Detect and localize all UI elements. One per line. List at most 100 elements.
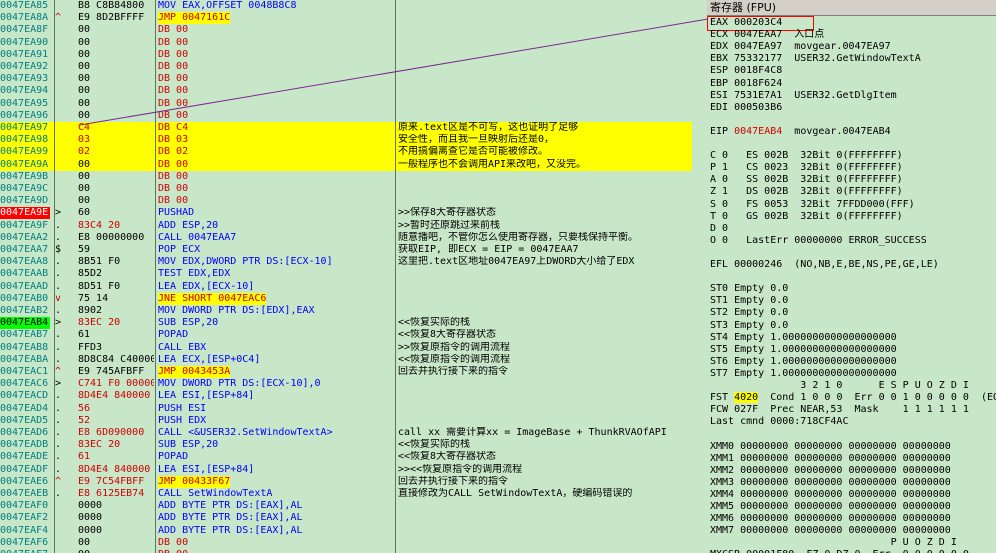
table-row[interactable]: 0047EAD5. 52 PUSH EDX [0, 415, 692, 427]
row-address[interactable]: 0047EAB7 [0, 329, 52, 341]
register-line[interactable]: O 0 LastErr 00000000 ERROR_SUCCESS [710, 235, 927, 247]
table-row[interactable]: 0047EAD4. 56 PUSH ESI [0, 403, 692, 415]
table-row[interactable]: 0047EAAB. 85D2 TEST EDX,EDX [0, 268, 692, 280]
row-address[interactable]: 0047EA93 [0, 73, 52, 85]
table-row[interactable]: 0047EAA7 $59 POP ECX 获取EIP, 即ECX = EIP = 00… [0, 244, 692, 256]
register-line[interactable]: XMM6 00000000 00000000 00000000 00000000 [710, 513, 951, 525]
register-line[interactable]: T 0 GS 002B 32Bit 0(FFFFFFFF) [710, 211, 903, 223]
register-line[interactable]: XMM2 00000000 00000000 00000000 00000000 [710, 465, 951, 477]
table-row[interactable]: 0047EA91 00 DB 00 [0, 49, 692, 61]
register-line[interactable]: ST2 Empty 0.0 [710, 307, 788, 319]
table-row[interactable]: 0047EA9C 00 DB 00 [0, 183, 692, 195]
table-row[interactable]: 0047EAF6 00 DB 00 [0, 537, 692, 549]
row-address[interactable]: 0047EA91 [0, 49, 52, 61]
register-line[interactable]: ST0 Empty 0.0 [710, 283, 788, 295]
row-address[interactable]: 0047EAC1 [0, 366, 52, 378]
table-row[interactable]: 0047EA99 02 DB 02 不用搞偏离查它是否可能被修改。 [0, 146, 692, 159]
table-row[interactable]: 0047EA9A 00 DB 00 一般程序也不会调用API来改吧，又没完。 [0, 158, 692, 171]
register-line[interactable]: EDX 0047EA97 movgear.0047EA97 [710, 41, 891, 53]
row-address[interactable]: 0047EADF [0, 464, 52, 476]
row-address[interactable]: 0047EABA [0, 354, 52, 366]
row-address[interactable]: 0047EAD4 [0, 403, 52, 415]
row-address[interactable]: 0047EAA7 [0, 244, 52, 256]
table-row[interactable]: 0047EADB. 83EC 20 SUB ESP,20 <<恢复实际的栈 [0, 439, 692, 451]
register-line[interactable]: FCW 027F Prec NEAR,53 Mask 1 1 1 1 1 1 [710, 404, 969, 416]
row-address[interactable]: 0047EA8F [0, 24, 52, 36]
row-address[interactable]: 0047EAEB [0, 488, 52, 500]
table-row[interactable]: 0047EAB4 >83EC 20 SUB ESP,20 <<恢复实际的栈 [0, 317, 692, 330]
register-line[interactable]: ST3 Empty 0.0 [710, 320, 788, 332]
row-address[interactable]: 0047EA94 [0, 85, 52, 97]
row-address[interactable]: 0047EA96 [0, 110, 52, 122]
table-row[interactable]: 0047EA8A ^ E9 8D2BFFFF JMP 0047161C [0, 12, 692, 25]
row-address[interactable]: 0047EA9D [0, 195, 52, 207]
table-row[interactable]: 0047EAD6. E8 6D090000 CALL <&USER32.SetWin… [0, 427, 692, 439]
register-line[interactable]: EBX 75332177 USER32.GetWindowTextA [710, 53, 921, 65]
register-line[interactable]: EBP 0018F624 [710, 78, 782, 90]
table-row[interactable]: 0047EAF0 0000 ADD BYTE PTR DS:[EAX],AL [0, 500, 692, 512]
register-line[interactable]: EFL 00000246 (NO,NB,E,BE,NS,PE,GE,LE) [710, 259, 939, 271]
register-line[interactable]: ST4 Empty 1.0000000000000000000 [710, 332, 897, 344]
table-row[interactable]: 0047EAAD. 8D51 F0 LEA EDX,[ECX-10] [0, 281, 692, 293]
row-address[interactable]: 0047EACD [0, 390, 52, 402]
register-line[interactable]: EAX 000203C4 [710, 17, 782, 29]
table-row[interactable]: 0047EAE6 ^ E9 7C54FBFF JMP 00433F67 回去并执行接下来… [0, 475, 692, 488]
row-address[interactable]: 0047EA9F [0, 220, 52, 232]
register-line[interactable]: ESP 0018F4C8 [710, 65, 782, 77]
row-address[interactable]: 0047EAE6 [0, 476, 52, 488]
table-row[interactable]: 0047EAA8. 8B51 F0 MOV EDX,DWORD PTR DS:[EC… [0, 256, 692, 268]
table-row[interactable]: 0047EAF7 00 DB 00 [0, 549, 692, 553]
row-address[interactable]: 0047EAD6 [0, 427, 52, 439]
registers-pane[interactable]: 寄存器 (FPU) EAX 000203C4 ECX 0047EAA7 入口点 ED… [707, 0, 996, 553]
register-line[interactable]: EIP 0047EAB4 movgear.0047EAB4 [710, 126, 891, 138]
row-address[interactable]: 0047EAD5 [0, 415, 52, 427]
row-address[interactable]: 0047EAC6 [0, 378, 52, 390]
table-row[interactable]: 0047EA96 00 DB 00 [0, 110, 692, 122]
pane-divider[interactable] [692, 0, 707, 553]
row-address[interactable]: 0047EA9C [0, 183, 52, 195]
register-line[interactable]: MXCSR 00001F80 FZ 0 DZ 0 Err 0 0 0 0 0 0 [710, 549, 969, 553]
register-line[interactable]: Last cmnd 0000:718CF4AC [710, 416, 848, 428]
table-row[interactable]: 0047EA93 00 DB 00 [0, 73, 692, 85]
row-address[interactable]: 0047EA9E [0, 207, 50, 220]
row-address[interactable]: 0047EAB2 [0, 305, 52, 317]
table-row[interactable]: 0047EADF. 8D4E4 840000 LEA ESI,[ESP+84] >><… [0, 464, 692, 476]
table-row[interactable]: 0047EAEB. E8 6125EB74 CALL SetWindowTextA 直… [0, 488, 692, 500]
register-line[interactable]: Z 1 DS 002B 32Bit 0(FFFFFFFF) [710, 186, 903, 198]
register-line[interactable]: EDI 000503B6 [710, 102, 782, 114]
table-row[interactable]: 0047EA8F 00 DB 00 [0, 24, 692, 36]
table-row[interactable]: 0047EA9D 00 DB 00 [0, 195, 692, 207]
register-line[interactable]: ST5 Empty 1.0000000000000000000 [710, 344, 897, 356]
table-row[interactable]: 0047EADE. 61 POPAD <<恢复8大寄存器状态 [0, 451, 692, 463]
row-address[interactable]: 0047EADE [0, 451, 52, 463]
register-line[interactable]: S 0 FS 0053 32Bit 7FFDD000(FFF) [710, 199, 915, 211]
row-address[interactable]: 0047EAB4 [0, 317, 50, 330]
row-address[interactable]: 0047EA9B [0, 171, 52, 183]
row-address[interactable]: 0047EADB [0, 439, 52, 451]
table-row[interactable]: 0047EA92 00 DB 00 [0, 61, 692, 73]
row-address[interactable]: 0047EAF6 [0, 537, 52, 549]
row-address[interactable]: 0047EA97 [0, 122, 52, 134]
row-address[interactable]: 0047EAB8 [0, 342, 52, 354]
register-line[interactable]: XMM5 00000000 00000000 00000000 00000000 [710, 501, 951, 513]
table-row[interactable]: 0047EA85 B8 C8B84800 MOV EAX,OFFSET 0048B8… [0, 0, 692, 12]
register-line[interactable]: D 0 [710, 223, 728, 235]
disassembly-pane[interactable]: 0047EA85 B8 C8B84800 MOV EAX,OFFSET 0048B8… [0, 0, 692, 553]
table-row[interactable]: 0047EAB2. 8902 MOV DWORD PTR DS:[EDX],EAX [0, 305, 692, 317]
table-row[interactable]: 0047EAA2. E8 00000000 CALL 0047EAA7 随意播吧，不管… [0, 232, 692, 244]
register-line[interactable]: C 0 ES 002B 32Bit 0(FFFFFFFF) [710, 150, 903, 162]
row-address[interactable]: 0047EAAB [0, 268, 52, 280]
table-row[interactable]: 0047EAB0 v 75 14 JNE SHORT 0047EAC6 [0, 292, 692, 305]
table-row[interactable]: 0047EABA. 8D8C84 C40000 LEA ECX,[ESP+0C4] <… [0, 354, 692, 366]
table-row[interactable]: 0047EA98 03 DB 03 安全性，而且我一旦映射后还是0， [0, 134, 692, 147]
register-line[interactable]: ECX 0047EAA7 入口点 [710, 29, 824, 41]
table-row[interactable]: 0047EA94 00 DB 00 [0, 85, 692, 97]
table-row[interactable]: 0047EA9E >60 PUSHAD >>保存8大寄存器状态 [0, 207, 692, 220]
table-row[interactable]: 0047EAB7. 61 POPAD <<恢复8大寄存器状态 [0, 329, 692, 341]
row-address[interactable]: 0047EA90 [0, 37, 52, 49]
row-address[interactable]: 0047EA9A [0, 159, 52, 171]
table-row[interactable]: 0047EACD. 8D4E4 840000 LEA ESI,[ESP+84] [0, 390, 692, 402]
table-row[interactable]: 0047EAC1 ^ E9 745AFBFF JMP 0043453A 回去并执行接下来… [0, 366, 692, 378]
register-line[interactable]: XMM4 00000000 00000000 00000000 00000000 [710, 489, 951, 501]
row-address[interactable]: 0047EAF4 [0, 525, 52, 537]
